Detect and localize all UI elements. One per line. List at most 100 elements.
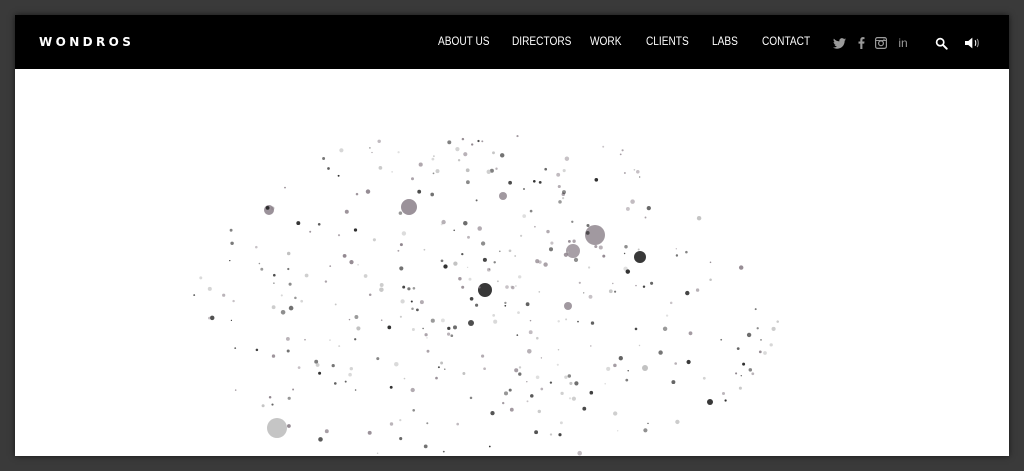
particle [461, 252, 464, 256]
twitter-icon[interactable] [831, 35, 847, 51]
particle [565, 318, 568, 321]
particle [563, 252, 569, 257]
particle [471, 143, 474, 146]
particle [612, 282, 614, 285]
nav-link-about-us[interactable]: ABOUT US [438, 36, 490, 48]
particle [417, 189, 422, 194]
particle [234, 389, 237, 391]
particle [665, 314, 669, 317]
particle [424, 333, 428, 337]
particle [457, 159, 461, 162]
particle [284, 186, 286, 189]
particle [401, 231, 407, 236]
nav-link-labs[interactable]: LABS [712, 36, 738, 48]
particle [337, 234, 341, 237]
particle [625, 206, 630, 211]
particle [572, 239, 576, 243]
particle [348, 372, 352, 377]
particle [296, 221, 301, 226]
particle [675, 419, 680, 425]
particle [372, 238, 376, 242]
nav-link-contact[interactable]: CONTACT [762, 36, 810, 48]
search-icon[interactable] [933, 35, 949, 51]
particle [556, 363, 559, 366]
particle [273, 282, 275, 284]
particle [394, 361, 399, 367]
particle [456, 422, 460, 426]
particle [271, 403, 274, 406]
nav-link-directors[interactable]: DIRECTORS [512, 36, 571, 48]
particle [546, 229, 550, 234]
particle [486, 267, 491, 272]
particle [379, 287, 384, 292]
particle [342, 254, 347, 258]
particle [496, 280, 499, 283]
particle [379, 283, 384, 287]
particle-canvas[interactable] [15, 69, 1009, 456]
particle [481, 354, 485, 358]
particle [574, 381, 579, 386]
particle [333, 382, 337, 385]
particle [389, 385, 393, 389]
particle [435, 169, 440, 174]
particle [577, 450, 582, 456]
particle [353, 228, 358, 232]
nav-link-clients[interactable]: CLIENTS [646, 36, 689, 48]
instagram-icon[interactable] [873, 35, 889, 51]
particle [526, 400, 529, 403]
particle [532, 179, 536, 183]
particle [642, 285, 646, 288]
particle [477, 139, 480, 143]
particle [540, 387, 544, 391]
particle [344, 209, 349, 214]
speaker-icon[interactable] [965, 35, 981, 51]
particle [230, 241, 234, 246]
particle [736, 347, 740, 350]
particle [418, 162, 423, 167]
particle [536, 336, 539, 340]
particle [288, 282, 292, 286]
particle [258, 262, 261, 265]
particle [508, 388, 512, 392]
brand-logo[interactable]: WONDROS [39, 35, 134, 49]
particle [329, 265, 332, 267]
particle [638, 344, 641, 347]
particle [270, 206, 275, 211]
particle [637, 248, 640, 251]
particle [447, 326, 451, 331]
nav-link-work[interactable]: WORK [590, 36, 621, 48]
particle [440, 259, 444, 263]
particle [618, 356, 623, 361]
particle [634, 251, 646, 263]
particle [463, 220, 468, 226]
particle [738, 265, 744, 270]
linkedin-icon[interactable]: in [895, 35, 911, 51]
particle [602, 254, 606, 258]
particle [441, 219, 446, 225]
particle [315, 363, 320, 367]
particle [433, 155, 435, 157]
particle [443, 264, 448, 269]
particle [391, 171, 393, 173]
particle [294, 296, 297, 300]
particle [286, 349, 290, 353]
particle [529, 319, 532, 322]
particle [467, 235, 470, 239]
particle [695, 288, 700, 292]
particle [287, 396, 291, 400]
particle [721, 391, 726, 396]
particle [354, 315, 359, 319]
particle [582, 406, 587, 411]
particle [636, 170, 640, 174]
particle [453, 325, 457, 330]
particle [322, 157, 326, 160]
facebook-icon[interactable] [853, 35, 869, 51]
particle [324, 280, 328, 283]
particle [272, 273, 276, 277]
top-navbar: WONDROS ABOUT US DIRECTORS WORK CLIENTS … [15, 15, 1009, 69]
particle [624, 244, 628, 249]
particle [348, 318, 351, 321]
particle [535, 259, 540, 264]
particle [675, 254, 679, 257]
browser-viewport: WONDROS ABOUT US DIRECTORS WORK CLIENTS … [15, 15, 1009, 456]
